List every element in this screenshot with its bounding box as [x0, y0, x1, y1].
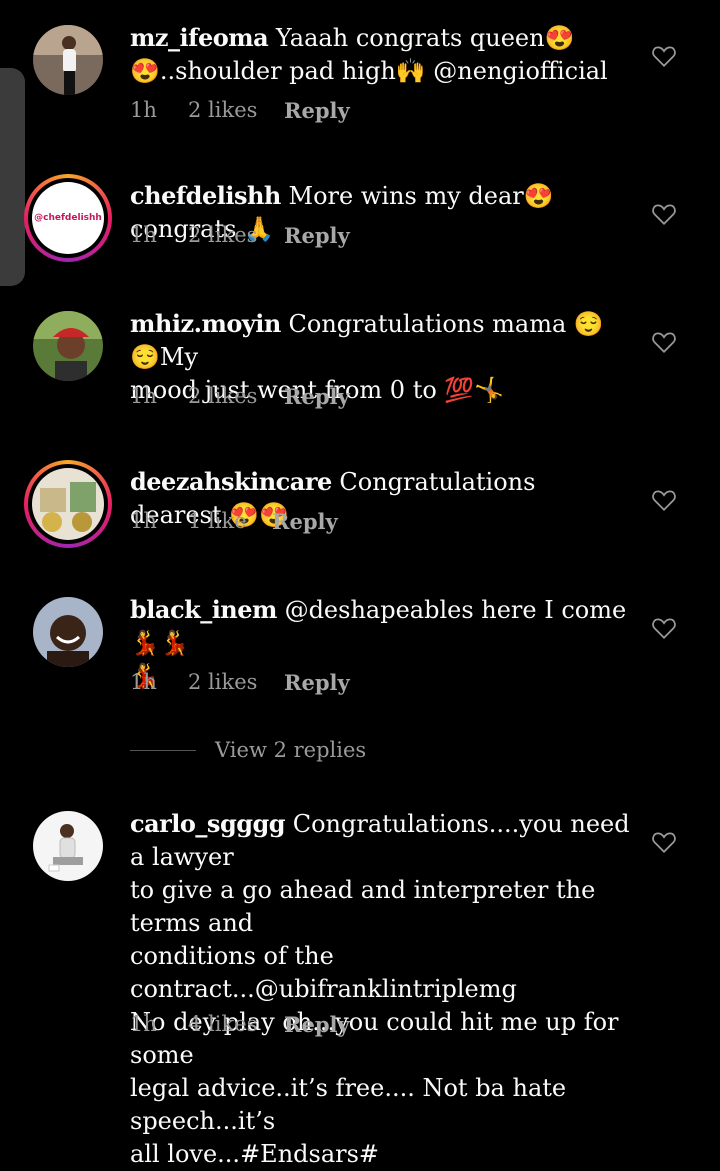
comment-likes[interactable]: 2 likes — [188, 223, 284, 248]
reply-button[interactable]: Reply — [284, 98, 350, 123]
avatar[interactable] — [33, 25, 103, 95]
comment-meta: 1h 4 likes Reply — [130, 1012, 350, 1037]
heart-icon[interactable] — [651, 44, 677, 68]
comment-username[interactable]: carlo_sgggg — [130, 809, 286, 838]
heart-icon[interactable] — [651, 616, 677, 640]
comment-time: 1h — [130, 1012, 157, 1036]
heart-icon[interactable] — [651, 488, 677, 512]
comment-body: Yaaah congrats queen😍 — [275, 24, 575, 52]
comment-time: 1h — [130, 509, 157, 533]
heart-icon[interactable] — [651, 330, 677, 354]
comment-body-line: all love...#Endsars# — [130, 1140, 380, 1168]
reply-button[interactable]: Reply — [284, 1012, 350, 1037]
heart-icon[interactable] — [651, 830, 677, 854]
comment-body-line: conditions of the contract...@ubifrankli… — [130, 942, 517, 1003]
avatar-story-ring[interactable] — [24, 460, 112, 548]
reply-button[interactable]: Reply — [284, 670, 350, 695]
comment-text: mz_ifeoma Yaaah congrats queen😍 😍..shoul… — [130, 21, 630, 88]
comment-meta: 1h 2 likes Reply — [130, 384, 350, 409]
side-drawer-handle[interactable] — [0, 68, 25, 286]
comment-likes[interactable]: 2 likes — [188, 98, 284, 123]
avatar[interactable] — [33, 597, 103, 667]
comment-likes[interactable]: 1 like — [188, 509, 272, 534]
comment-likes[interactable]: 2 likes — [188, 670, 284, 695]
avatar[interactable] — [33, 311, 103, 381]
comment-body-line: to give a go ahead and interpreter the t… — [130, 876, 596, 937]
comment-username[interactable]: mz_ifeoma — [130, 23, 269, 52]
comment-time: 1h — [130, 98, 157, 122]
view-replies-label: View 2 replies — [215, 738, 367, 762]
comment-meta: 1h 2 likes Reply — [130, 98, 350, 123]
comment-body-line: 😍..shoulder pad high🙌 @nengiofficial — [130, 57, 608, 85]
avatar[interactable] — [33, 811, 103, 881]
heart-icon[interactable] — [651, 202, 677, 226]
comment-username[interactable]: chefdelishh — [130, 181, 281, 210]
comment-username[interactable]: deezahskincare — [130, 467, 332, 496]
reply-button[interactable]: Reply — [272, 509, 338, 534]
divider-line — [130, 749, 196, 751]
view-replies-button[interactable]: View 2 replies — [130, 738, 366, 762]
comment-time: 1h — [130, 670, 157, 694]
comment-meta: 1h 2 likes Reply — [130, 670, 350, 695]
reply-button[interactable]: Reply — [284, 223, 350, 248]
comment-time: 1h — [130, 223, 157, 247]
comment-likes[interactable]: 4 likes — [188, 1012, 284, 1037]
comment-body-line: legal advice..it’s free.... Not ba hate … — [130, 1074, 567, 1135]
comment-likes[interactable]: 2 likes — [188, 384, 284, 409]
reply-button[interactable]: Reply — [284, 384, 350, 409]
comment-time: 1h — [130, 384, 157, 408]
comment-username[interactable]: black_inem — [130, 595, 277, 624]
avatar-logo-text: @chefdelishh — [34, 213, 102, 223]
comment-meta: 1h 1 like Reply — [130, 509, 338, 534]
comment-text: carlo_sgggg Congratulations....you need … — [130, 807, 640, 1171]
avatar-story-ring[interactable]: @chefdelishh — [24, 174, 112, 262]
comment-meta: 1h 2 likes Reply — [130, 223, 350, 248]
comment-username[interactable]: mhiz.moyin — [130, 309, 281, 338]
